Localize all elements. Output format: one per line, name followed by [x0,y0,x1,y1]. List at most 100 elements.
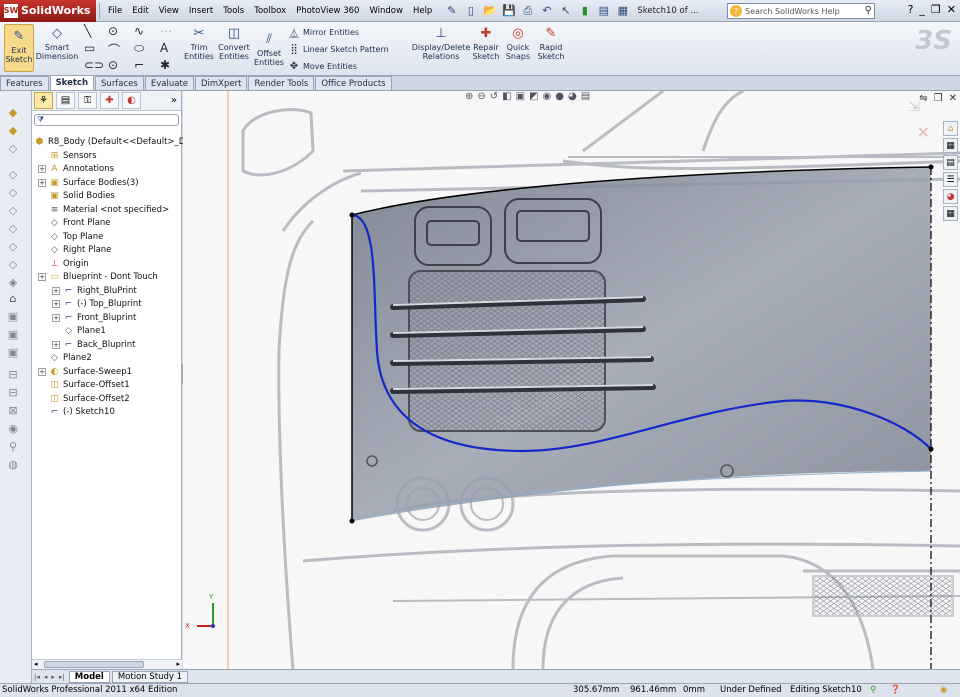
tree-item[interactable]: ◇ Right Plane [38,244,111,257]
tree-item[interactable]: ◇ Plane1 [52,325,106,338]
search-help-field[interactable]: ? Search SolidWorks Help ⚲ [727,3,875,19]
view-orientation-icon[interactable]: ▣ [516,91,525,102]
help-dropdown-icon[interactable]: ? [908,3,914,16]
select-icon[interactable]: ↖ [557,2,574,19]
display-manager-tab-icon[interactable]: ◐ [122,92,141,109]
tree-item[interactable]: + ◐ Surface-Sweep1 [38,365,132,378]
property-manager-tab-icon[interactable]: ▤ [56,92,75,109]
first-tab-icon[interactable]: |◂ [32,673,42,681]
tree-item[interactable]: ⊥ Origin [38,257,89,270]
extruded-surface-icon[interactable]: ◆ [6,105,20,119]
tab-evaluate[interactable]: Evaluate [144,76,194,90]
exit-sketch-button[interactable]: ✎ Exit Sketch [4,24,34,72]
quick-snaps-button[interactable]: ◎ Quick Snaps [504,24,532,62]
menu-edit[interactable]: Edit [127,6,153,16]
line-icon[interactable]: ╲ [84,24,91,38]
viewport-close-icon[interactable]: ✕ [949,93,957,104]
feature-tree-filter[interactable]: ⧩ [34,114,179,126]
expand-icon[interactable]: + [52,286,60,295]
previous-view-icon[interactable]: ↺ [490,91,498,102]
feature-tree-tab-icon[interactable]: ⚘ [34,92,53,109]
rebuild-status-icon[interactable]: ⚲ [870,685,876,695]
trim-entities-button[interactable]: ✂ Trim Entities [184,24,214,62]
top-endpoint[interactable] [928,164,934,170]
fillet-icon[interactable]: ⌐ [134,58,144,72]
tree-item[interactable]: ⌐ (-) Sketch10 [38,406,115,419]
tree-item[interactable]: + A Annotations [38,163,114,176]
filled-surface-icon[interactable]: ◇ [6,203,20,217]
expand-icon[interactable]: + [38,165,46,173]
menu-photoview[interactable]: PhotoView 360 [291,6,364,16]
expand-icon[interactable]: + [38,178,46,187]
freeform-icon[interactable]: ◍ [6,457,20,471]
expand-icon[interactable]: + [38,367,46,376]
spline-endpoint[interactable] [349,212,355,218]
tree-item[interactable]: + ⌐ Back_Bluprint [52,338,135,351]
dimxpert-manager-tab-icon[interactable]: ✚ [100,92,119,109]
rebuild-icon[interactable]: ▮ [576,2,593,19]
planar-surface-icon[interactable]: ◇ [6,221,20,235]
extend-surface-icon[interactable]: ▣ [6,345,20,359]
view-settings-icon[interactable]: ▤ [581,91,590,102]
tab-surfaces[interactable]: Surfaces [95,76,144,90]
polygon-icon[interactable]: ⊙ [108,58,118,72]
tree-item[interactable]: + ▭ Blueprint - Dont Touch [38,271,158,284]
thicken-icon[interactable]: ⊠ [6,403,20,417]
tree-item[interactable]: + ⌐ (-) Top_Bluprint [52,298,142,311]
offset-entities-button[interactable]: ⫽ Offset Entities [254,30,284,68]
last-tab-icon[interactable]: ▸| [57,673,67,681]
tab-features[interactable]: Features [0,76,49,90]
edit-appearance-icon[interactable]: ● [555,91,564,102]
rectangle-icon[interactable]: ▭ [84,41,95,55]
fillet-surface-icon[interactable]: ◈ [6,275,20,289]
offset-surface-icon[interactable]: ◇ [6,239,20,253]
scroll-left-icon[interactable]: ◂ [34,660,38,668]
open-icon[interactable]: 📂 [481,2,498,19]
design-library-icon[interactable]: ▦ [943,138,958,153]
linear-sketch-pattern-button[interactable]: ⣿ Linear Sketch Pattern [288,43,388,55]
menu-file[interactable]: File [103,6,127,16]
spline-icon[interactable]: ∿ [134,24,144,38]
rapid-sketch-button[interactable]: ✎ Rapid Sketch [536,24,566,62]
section-view-icon[interactable]: ◧ [502,91,511,102]
tab-model[interactable]: Model [68,670,110,683]
file-properties-icon[interactable]: ▤ [595,2,612,19]
search-icon[interactable]: ⚲ [865,5,872,16]
revolved-surface-icon[interactable]: ◆ [6,123,20,137]
horizontal-scrollbar[interactable]: ◂ ▸ [32,659,182,669]
tab-office-products[interactable]: Office Products [315,76,392,90]
delete-face-icon[interactable]: ⊟ [6,367,20,381]
solidworks-logo[interactable]: SW SolidWorks [0,0,96,22]
undo-icon[interactable]: ↶ [538,2,555,19]
replace-face-icon[interactable]: ⊟ [6,385,20,399]
menu-insert[interactable]: Insert [184,6,218,16]
solidworks-resources-icon[interactable]: ⌂ [943,121,958,136]
spline-end-point[interactable] [928,446,934,452]
ruled-surface-icon[interactable]: ◇ [6,257,20,271]
pin-icon[interactable]: ✎ [443,2,460,19]
expand-icon[interactable]: + [52,340,60,349]
scroll-right-icon[interactable]: ▸ [176,660,180,668]
hide-show-items-icon[interactable]: ◉ [543,91,552,102]
save-icon[interactable]: 💾 [500,2,517,19]
options-icon[interactable]: ▦ [614,2,631,19]
tree-item[interactable]: + ⌐ Right_BluPrint [52,284,137,297]
menu-view[interactable]: View [154,6,184,16]
display-style-icon[interactable]: ◩ [529,91,538,102]
new-document-icon[interactable]: ▯ [462,2,479,19]
slot-icon[interactable]: ⊂⊃ [84,58,104,72]
cut-with-surface-icon[interactable]: ◉ [6,421,20,435]
menu-window[interactable]: Window [364,6,408,16]
confirm-corner-cancel-icon[interactable]: ✕ [917,123,930,142]
line-endpoint[interactable] [349,518,355,524]
trim-surface-icon[interactable]: ▣ [6,309,20,323]
feature-tree-root[interactable]: ⬢ R8_Body (Default<<Default>_Dis [34,135,193,148]
tree-item[interactable]: ◇ Front Plane [38,217,110,230]
prev-tab-icon[interactable]: ◂ [42,673,50,681]
appearances-icon[interactable]: ◕ [943,189,958,204]
next-tab-icon[interactable]: ▸ [49,673,57,681]
expand-icon[interactable]: + [52,300,60,308]
untrim-surface-icon[interactable]: ▣ [6,327,20,341]
quick-tips-icon[interactable]: ❓ [890,685,901,695]
expand-icon[interactable]: + [52,313,60,322]
